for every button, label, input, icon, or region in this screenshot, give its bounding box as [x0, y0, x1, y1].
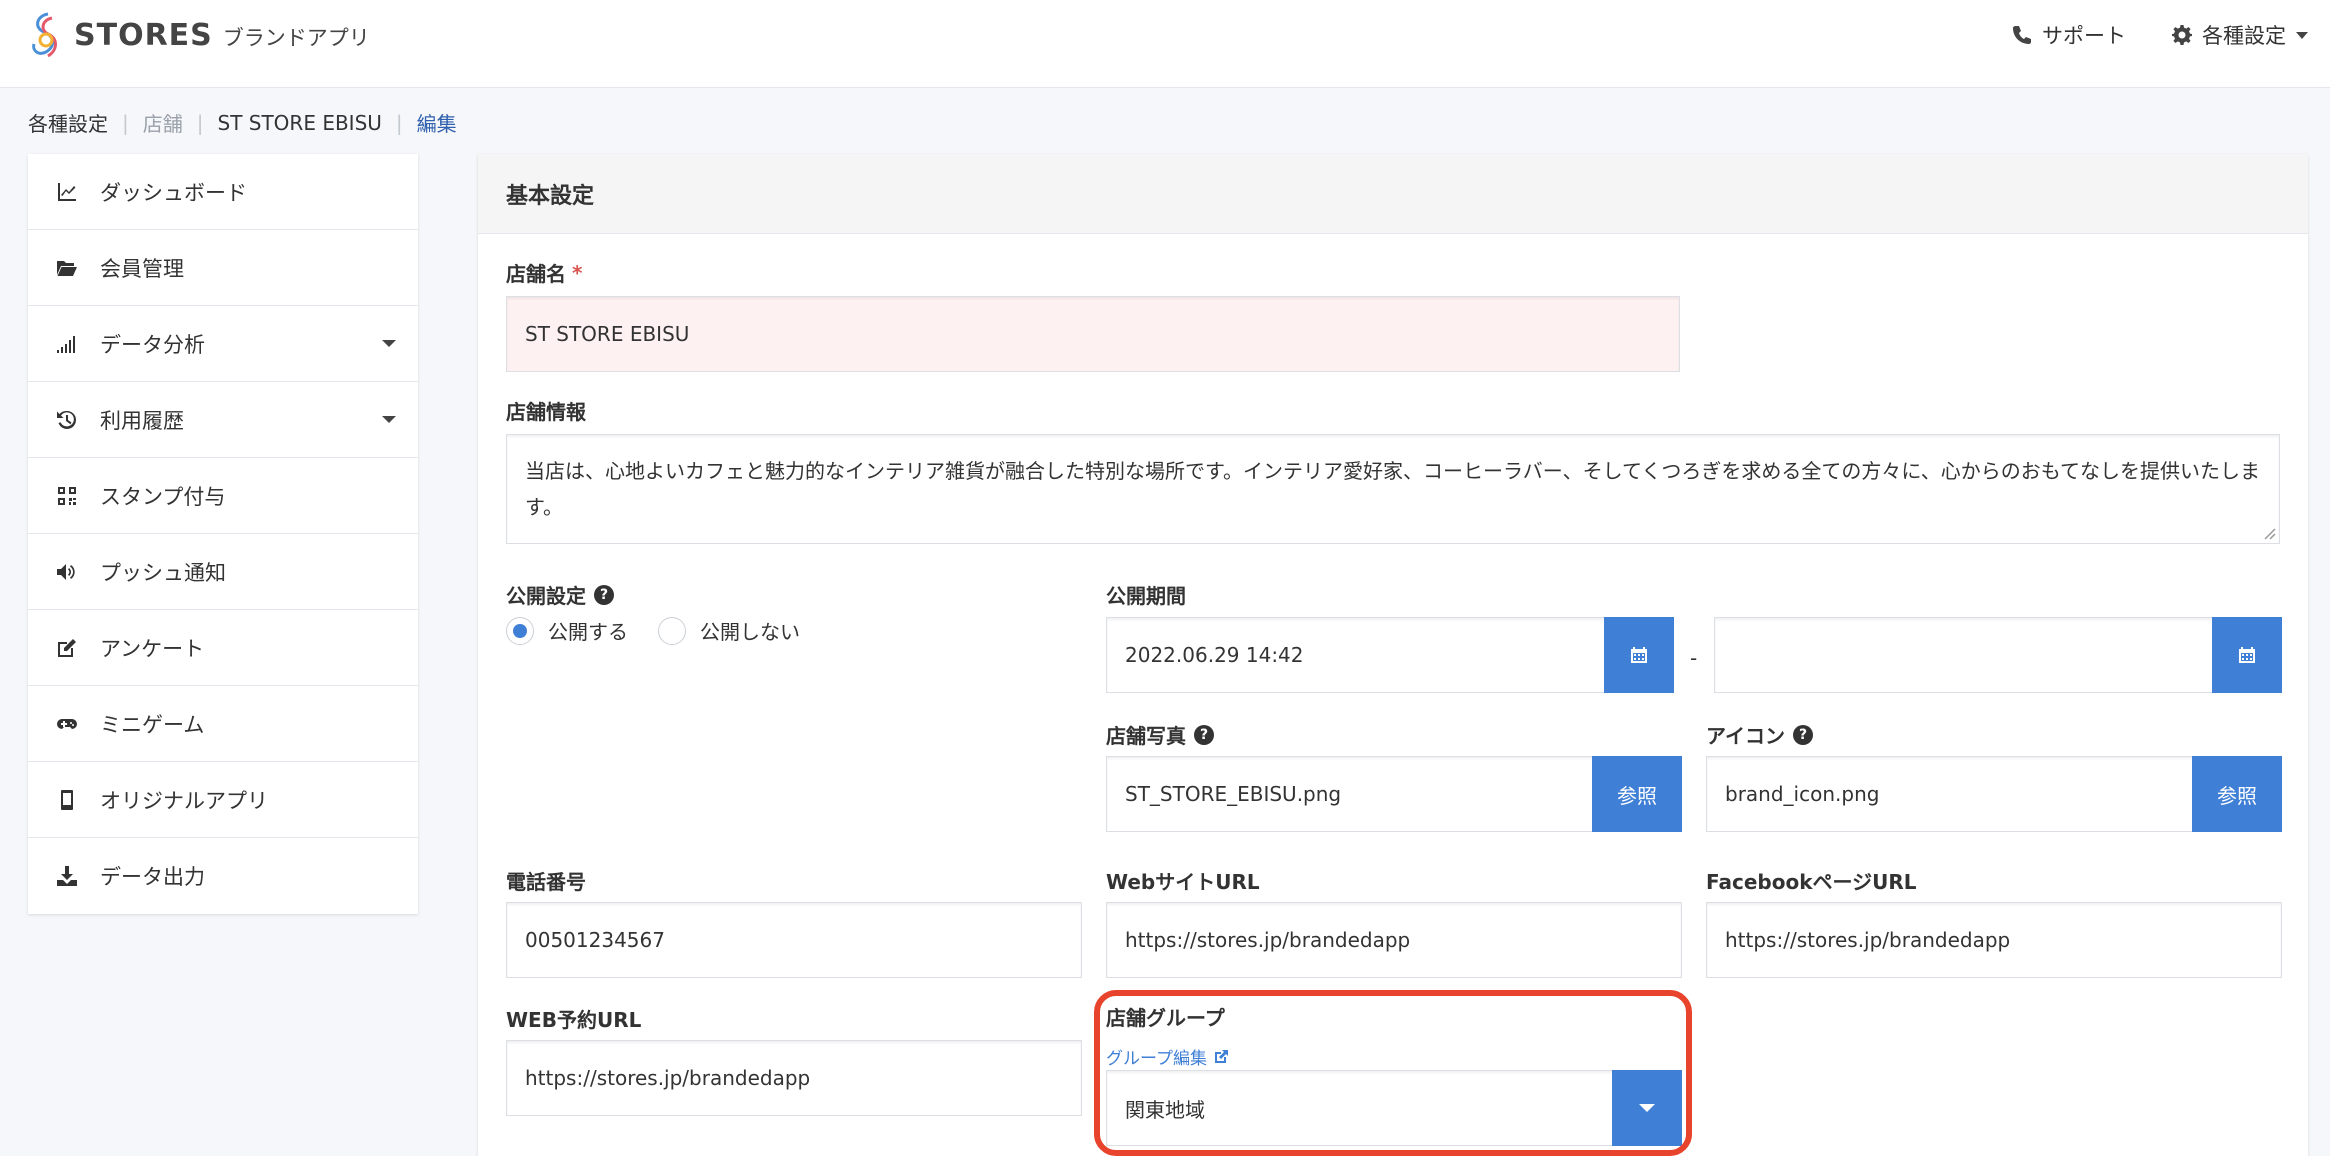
- sidebar: ダッシュボード 会員管理 データ分析 利用履歴 スタンプ付与 プッシュ通知 アン…: [28, 154, 418, 914]
- phone-input[interactable]: 00501234567: [506, 902, 1082, 978]
- icon-input[interactable]: brand_icon.png: [1706, 756, 2196, 832]
- store-photo-input[interactable]: ST_STORE_EBISU.png: [1106, 756, 1596, 832]
- publish-setting-label: 公開設定 ?: [506, 580, 614, 609]
- basic-settings-panel: 基本設定 店舗名 * ST STORE EBISU 店舗情報 当店は、心地よいカ…: [478, 154, 2308, 1156]
- signal-bars-icon: [57, 335, 75, 353]
- icon-browse-button[interactable]: 参照: [2192, 756, 2282, 832]
- gamepad-icon: [57, 718, 77, 729]
- calendar-icon: [2239, 647, 2255, 663]
- store-name-input[interactable]: ST STORE EBISU: [506, 296, 1680, 372]
- website-input[interactable]: https://stores.jp/brandedapp: [1106, 902, 1682, 978]
- radio-public-label: 公開する: [548, 620, 628, 644]
- breadcrumb-stores[interactable]: 店舗: [143, 108, 183, 137]
- settings-label: 各種設定: [2202, 24, 2286, 48]
- breadcrumb-store-name[interactable]: ST STORE EBISU: [218, 111, 382, 135]
- help-icon[interactable]: ?: [1194, 724, 1214, 745]
- required-mark: *: [572, 260, 583, 285]
- store-info-label: 店舗情報: [506, 400, 586, 424]
- qr-code-icon: [58, 486, 76, 505]
- store-name-label: 店舗名 *: [506, 260, 583, 287]
- support-link[interactable]: サポート: [2012, 20, 2126, 50]
- folder-open-icon: [57, 260, 77, 276]
- chevron-down-icon: [382, 340, 396, 347]
- mobile-phone-icon: [61, 789, 73, 810]
- stores-logo-icon: [32, 12, 57, 58]
- panel-title: 基本設定: [478, 154, 2308, 234]
- website-label: WebサイトURL: [1106, 870, 1260, 894]
- calendar-icon: [1631, 647, 1647, 663]
- gear-icon: [2172, 25, 2192, 45]
- facebook-label: FacebookページURL: [1706, 870, 1917, 894]
- highlight-annotation: [1094, 990, 1692, 1156]
- sidebar-item-original-app[interactable]: オリジナルアプリ: [28, 762, 418, 838]
- sidebar-item-push[interactable]: プッシュ通知: [28, 534, 418, 610]
- settings-menu[interactable]: 各種設定: [2172, 20, 2308, 50]
- help-icon[interactable]: ?: [594, 584, 614, 605]
- icon-label: アイコン ?: [1706, 720, 1813, 749]
- sidebar-item-minigame[interactable]: ミニゲーム: [28, 686, 418, 762]
- web-reserve-input[interactable]: https://stores.jp/brandedapp: [506, 1040, 1082, 1116]
- radio-private-label: 公開しない: [700, 620, 800, 644]
- support-label: サポート: [2042, 24, 2126, 48]
- phone-icon: [2013, 26, 2031, 44]
- download-icon: [57, 866, 77, 886]
- top-header: STORES ブランドアプリ サポート 各種設定: [0, 0, 2330, 88]
- period-start-input[interactable]: 2022.06.29 14:42: [1106, 617, 1606, 693]
- web-reserve-label: WEB予約URL: [506, 1008, 642, 1032]
- chevron-down-icon: [382, 416, 396, 423]
- resize-handle-icon[interactable]: [2262, 526, 2276, 540]
- facebook-input[interactable]: https://stores.jp/brandedapp: [1706, 902, 2282, 978]
- line-chart-icon: [58, 182, 76, 201]
- help-icon[interactable]: ?: [1793, 724, 1813, 745]
- breadcrumb-settings[interactable]: 各種設定: [28, 108, 108, 137]
- logo[interactable]: STORES ブランドアプリ: [26, 10, 370, 60]
- radio-private[interactable]: [658, 616, 686, 645]
- sidebar-item-stamp[interactable]: スタンプ付与: [28, 458, 418, 534]
- period-end-calendar-button[interactable]: [2212, 617, 2282, 693]
- logo-subtitle: ブランドアプリ: [222, 26, 370, 50]
- sidebar-item-export[interactable]: データ出力: [28, 838, 418, 914]
- period-start-calendar-button[interactable]: [1604, 617, 1674, 693]
- logo-text: STORES: [74, 17, 213, 53]
- edit-icon: [58, 638, 76, 657]
- radio-public[interactable]: [506, 616, 534, 645]
- publish-radio-group: 公開する 公開しない: [506, 616, 800, 645]
- publish-period-label: 公開期間: [1106, 584, 1186, 608]
- sidebar-item-history[interactable]: 利用履歴: [28, 382, 418, 458]
- chevron-down-icon: [2296, 31, 2308, 39]
- period-separator: -: [1690, 646, 1698, 670]
- breadcrumb: 各種設定 | 店舗 | ST STORE EBISU | 編集: [28, 108, 457, 137]
- sidebar-item-survey[interactable]: アンケート: [28, 610, 418, 686]
- sidebar-item-analytics[interactable]: データ分析: [28, 306, 418, 382]
- phone-label: 電話番号: [506, 870, 586, 894]
- store-photo-label: 店舗写真 ?: [1106, 720, 1214, 749]
- volume-icon: [57, 563, 75, 580]
- breadcrumb-edit: 編集: [416, 112, 457, 136]
- store-info-textarea[interactable]: 当店は、心地よいカフェと魅力的なインテリア雑貨が融合した特別な場所です。インテリ…: [506, 434, 2280, 544]
- period-end-input[interactable]: [1714, 617, 2214, 693]
- sidebar-item-dashboard[interactable]: ダッシュボード: [28, 154, 418, 230]
- store-photo-browse-button[interactable]: 参照: [1592, 756, 1682, 832]
- sidebar-item-members[interactable]: 会員管理: [28, 230, 418, 306]
- history-icon: [57, 410, 76, 429]
